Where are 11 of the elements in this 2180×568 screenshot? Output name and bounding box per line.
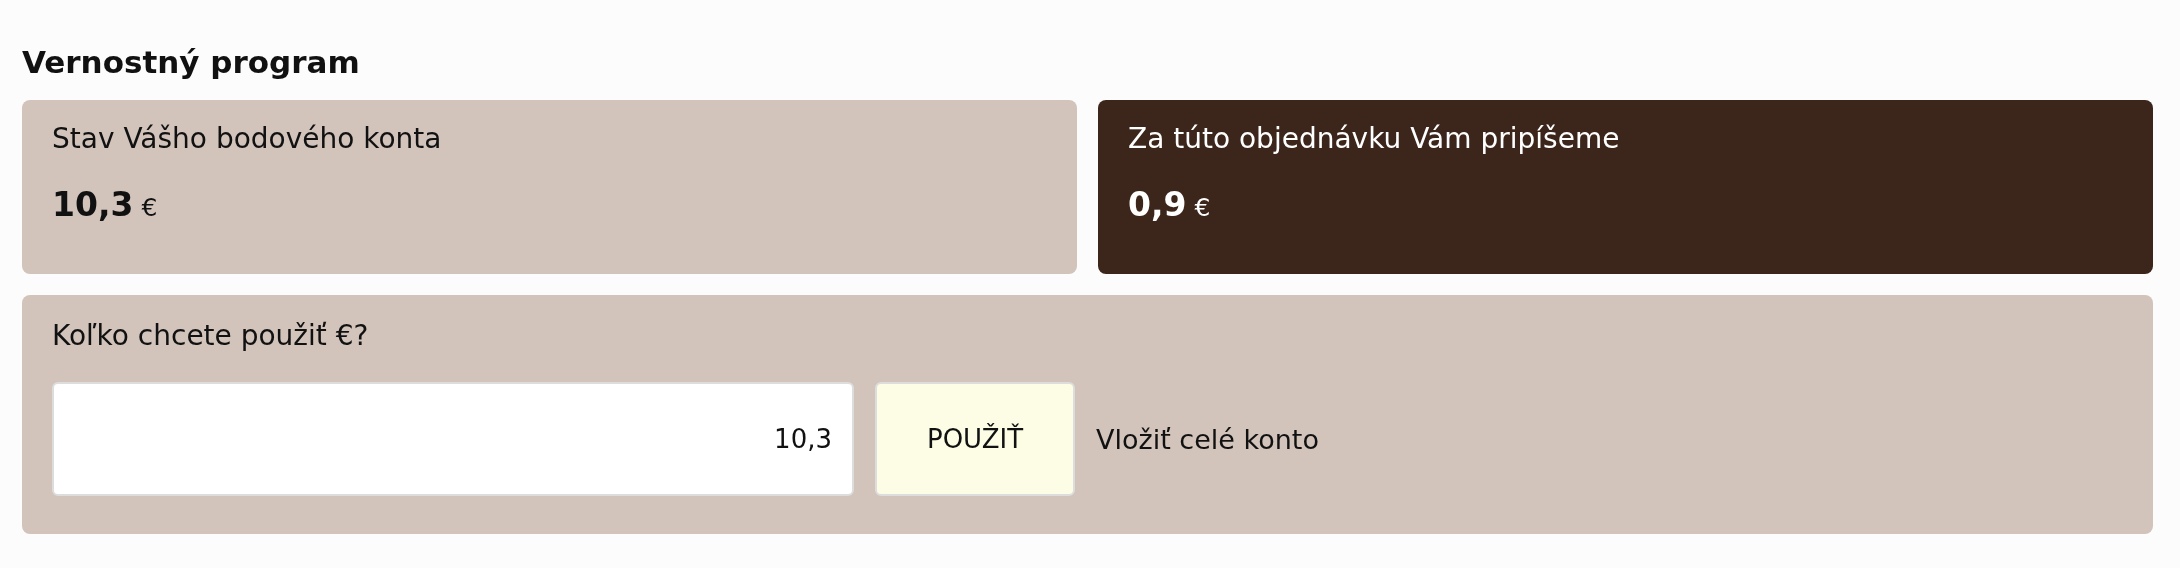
points-amount: 0,9 bbox=[1128, 185, 1187, 224]
card-label: Stav Vášho bodového konta bbox=[52, 122, 443, 155]
section-heading: Vernostný program bbox=[22, 43, 361, 82]
currency-symbol: € bbox=[1194, 193, 1211, 222]
points-amount: 10,3 bbox=[52, 185, 134, 224]
use-all-link[interactable]: Vložiť celé konto bbox=[1096, 423, 1319, 455]
currency-symbol: € bbox=[141, 193, 158, 222]
apply-button[interactable]: POUŽIŤ bbox=[875, 382, 1075, 496]
card-label: Za túto objednávku Vám pripíšeme bbox=[1128, 122, 1621, 155]
amount-input[interactable]: 10,3 bbox=[52, 382, 854, 496]
redeem-question: Koľko chcete použiť €? bbox=[52, 319, 370, 352]
